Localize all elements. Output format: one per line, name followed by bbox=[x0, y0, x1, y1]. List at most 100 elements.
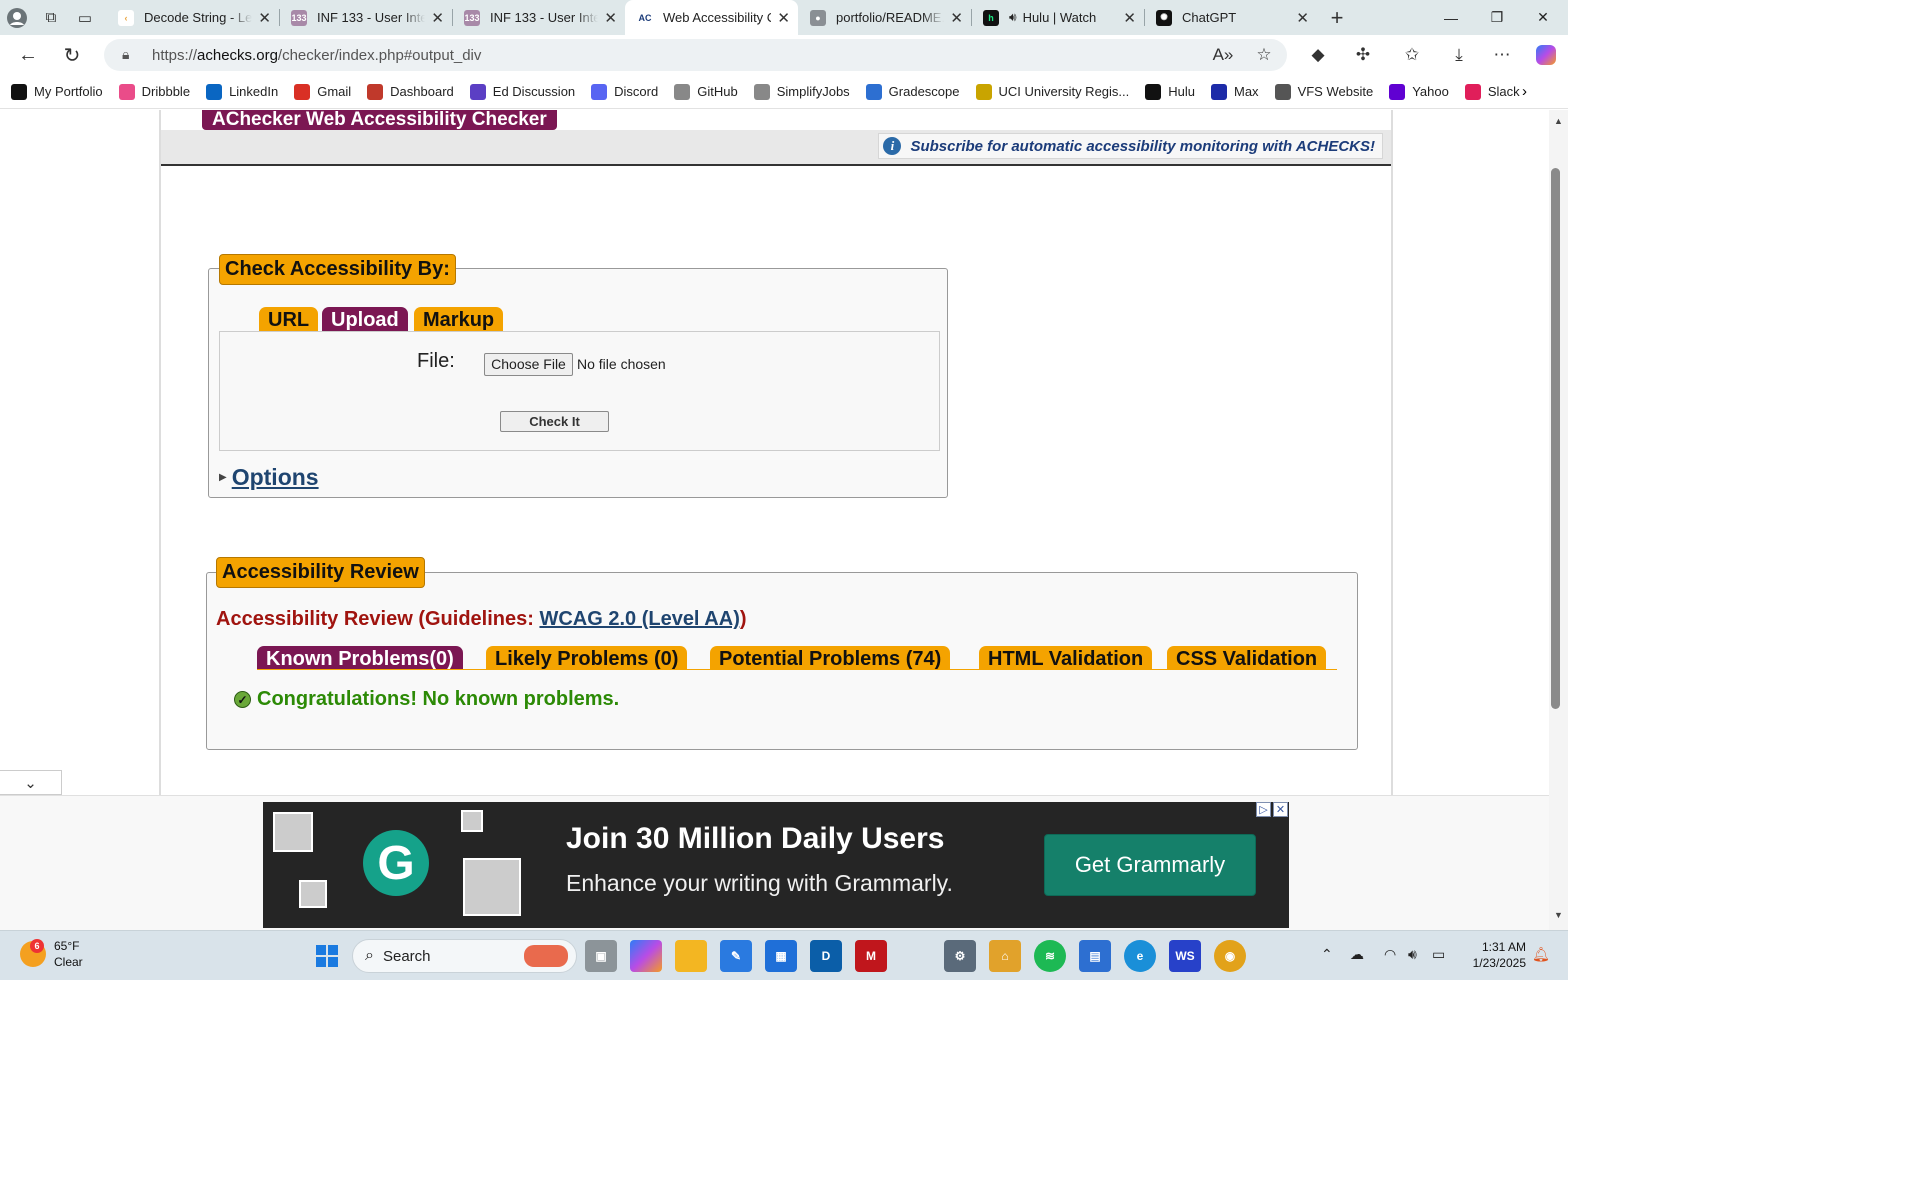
bookmark-item[interactable]: LinkedIn bbox=[206, 83, 278, 100]
subscribe-link[interactable]: i Subscribe for automatic accessibility … bbox=[878, 133, 1383, 159]
options-toggle[interactable]: ▶ Options bbox=[219, 464, 319, 491]
new-tab-button[interactable]: + bbox=[1317, 5, 1357, 31]
task-view-icon[interactable]: ▣ bbox=[585, 940, 617, 972]
notepad-icon[interactable]: ▤ bbox=[1079, 940, 1111, 972]
settings-gear-icon[interactable]: ⚙ bbox=[944, 940, 976, 972]
snipping-tool-icon[interactable]: ✎ bbox=[720, 940, 752, 972]
close-tab-icon[interactable]: ✕ bbox=[604, 9, 617, 27]
bookmark-item[interactable]: VFS Website bbox=[1274, 83, 1374, 100]
result-tab[interactable]: CSS Validation bbox=[1167, 646, 1327, 670]
bookmark-item[interactable]: Hulu bbox=[1145, 83, 1195, 100]
mcafee-icon[interactable]: M bbox=[855, 940, 887, 972]
browser-tab[interactable]: 133 INF 133 - User Interaction Software ✕ bbox=[279, 0, 452, 35]
onedrive-icon[interactable]: ☁ bbox=[1350, 946, 1364, 963]
browser-tab[interactable]: ‹ Decode String - LeetCode ✕ bbox=[106, 0, 279, 35]
close-tab-icon[interactable]: ✕ bbox=[258, 9, 271, 27]
dell-icon[interactable]: D bbox=[810, 940, 842, 972]
bookmark-item[interactable]: Slack bbox=[1464, 83, 1520, 100]
volume-icon[interactable]: 🔊︎ bbox=[1408, 946, 1417, 963]
bookmark-item[interactable]: Yahoo bbox=[1389, 83, 1449, 100]
bookmark-item[interactable]: My Portfolio bbox=[11, 83, 103, 100]
browser-tab[interactable]: AC Web Accessibility Checker ✕ bbox=[625, 0, 798, 35]
battery-icon[interactable]: ▭ bbox=[1432, 946, 1445, 963]
chrome-icon[interactable]: ◉ bbox=[1214, 940, 1246, 972]
close-tab-icon[interactable]: ✕ bbox=[431, 9, 444, 27]
minimize-icon[interactable]: — bbox=[1428, 0, 1474, 35]
bookmark-item[interactable]: Discord bbox=[591, 83, 658, 100]
workspaces-icon[interactable]: ⧉ bbox=[34, 0, 68, 35]
browser-tab[interactable]: ✺ ChatGPT ✕ bbox=[1144, 0, 1317, 35]
bookmarks-more-icon[interactable]: › bbox=[1522, 83, 1527, 100]
browser-tab[interactable]: 133 INF 133 - User Interaction Software ✕ bbox=[452, 0, 625, 35]
tab-actions-icon[interactable]: ▭ bbox=[68, 0, 102, 35]
bookmark-item[interactable]: Dribbble bbox=[118, 83, 190, 100]
tray-chevron-icon[interactable]: ⌃ bbox=[1321, 946, 1333, 963]
favorite-star-icon[interactable]: ☆ bbox=[1246, 35, 1282, 75]
extension-pin-icon[interactable]: ◆ bbox=[1300, 35, 1336, 75]
input-method-tab[interactable]: Markup bbox=[414, 307, 504, 331]
grammarly-ad[interactable]: G Join 30 Million Daily Users Enhance yo… bbox=[263, 802, 1289, 928]
result-tab[interactable]: Potential Problems (74) bbox=[710, 646, 951, 670]
bookmark-item[interactable]: Gmail bbox=[294, 83, 351, 100]
close-tab-icon[interactable]: ✕ bbox=[777, 9, 790, 27]
webstorm-icon[interactable]: WS bbox=[1169, 940, 1201, 972]
ms-store-icon[interactable]: ▦ bbox=[765, 940, 797, 972]
input-method-tab[interactable]: URL bbox=[259, 307, 319, 331]
refresh-icon[interactable]: ↻ bbox=[50, 35, 94, 75]
copilot-icon[interactable] bbox=[1528, 35, 1564, 75]
wifi-icon[interactable]: ◠ bbox=[1384, 946, 1396, 963]
adchoices-icon[interactable]: ▷ bbox=[1256, 802, 1271, 817]
bookmark-item[interactable]: Max bbox=[1211, 83, 1259, 100]
ad-close-icon[interactable]: ✕ bbox=[1273, 802, 1288, 817]
spotify-icon[interactable]: ≋ bbox=[1034, 940, 1066, 972]
bookmark-item[interactable]: GitHub bbox=[674, 83, 738, 100]
extensions-icon[interactable]: ✣ bbox=[1345, 35, 1381, 75]
profile-icon[interactable] bbox=[0, 0, 34, 35]
home-icon[interactable]: ⌂ bbox=[989, 940, 1021, 972]
bookmark-label: VFS Website bbox=[1297, 84, 1374, 99]
scroll-up-icon[interactable]: ▲ bbox=[1549, 114, 1568, 128]
close-tab-icon[interactable]: ✕ bbox=[1296, 9, 1309, 27]
restore-icon[interactable]: ❐ bbox=[1474, 0, 1520, 35]
bookmark-item[interactable]: Ed Discussion bbox=[469, 83, 575, 100]
browser-tab[interactable]: ● portfolio/README.md ✕ bbox=[798, 0, 971, 35]
weather-widget[interactable]: 6 65°F Clear bbox=[20, 938, 83, 970]
start-icon[interactable] bbox=[311, 940, 343, 972]
bookmark-favicon-icon bbox=[1145, 83, 1162, 100]
address-bar[interactable]: 🔒︎ https://achecks.org/checker/index.php… bbox=[104, 39, 1287, 71]
favorites-icon[interactable]: ✩ bbox=[1394, 35, 1430, 75]
notification-bell-icon[interactable]: 🔔︎ bbox=[1532, 946, 1550, 963]
copilot-taskbar-icon[interactable] bbox=[630, 940, 662, 972]
scrollbar-thumb[interactable] bbox=[1551, 168, 1560, 709]
input-method-tab[interactable]: Upload bbox=[322, 307, 408, 331]
bookmark-item[interactable]: Gradescope bbox=[865, 83, 960, 100]
browser-tab[interactable]: h 🔊︎ Hulu | Watch ✕ bbox=[971, 0, 1144, 35]
close-window-icon[interactable]: ✕ bbox=[1520, 0, 1566, 35]
browser-tab-title: INF 133 - User Interaction Software bbox=[317, 10, 426, 25]
result-tab[interactable]: Known Problems(0) bbox=[257, 646, 463, 670]
file-explorer-icon[interactable] bbox=[675, 940, 707, 972]
tab-audio-icon[interactable]: 🔊︎ bbox=[1009, 10, 1017, 25]
edge-icon[interactable]: e bbox=[1124, 940, 1156, 972]
result-tab[interactable]: Likely Problems (0) bbox=[486, 646, 688, 670]
bookmark-item[interactable]: Dashboard bbox=[367, 83, 454, 100]
bookmark-item[interactable]: SimplifyJobs bbox=[753, 83, 850, 100]
guideline-link[interactable]: WCAG 2.0 (Level AA) bbox=[539, 608, 739, 630]
more-menu-icon[interactable]: ⋯ bbox=[1484, 35, 1520, 75]
back-icon[interactable]: ← bbox=[6, 35, 50, 75]
downloads-icon[interactable]: ⤓ bbox=[1441, 35, 1477, 75]
close-tab-icon[interactable]: ✕ bbox=[1123, 9, 1136, 27]
ac-icon: AC bbox=[637, 9, 653, 26]
scroll-down-icon[interactable]: ▼ bbox=[1549, 908, 1568, 922]
check-it-button[interactable]: Check It bbox=[500, 411, 609, 432]
get-grammarly-button[interactable]: Get Grammarly bbox=[1044, 834, 1256, 896]
options-link[interactable]: Options bbox=[232, 464, 319, 491]
result-tab[interactable]: HTML Validation bbox=[979, 646, 1153, 670]
choose-file-button[interactable]: Choose File bbox=[484, 353, 573, 376]
close-tab-icon[interactable]: ✕ bbox=[950, 9, 963, 27]
bookmark-item[interactable]: UCI University Regis... bbox=[975, 83, 1129, 100]
read-aloud-icon[interactable]: A» bbox=[1205, 35, 1241, 75]
clock[interactable]: 1:31 AM 1/23/2025 bbox=[1462, 939, 1526, 971]
collapse-ad-button[interactable]: ⌄ bbox=[0, 770, 62, 795]
taskbar-search[interactable]: ⌕ Search bbox=[352, 939, 577, 973]
